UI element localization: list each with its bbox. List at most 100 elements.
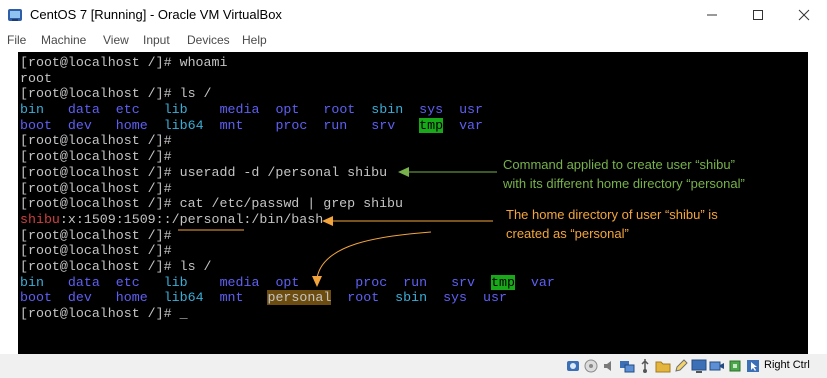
terminal-line: [root@localhost /]# useradd -d /personal… [20,165,555,181]
menu-bar: File Machine View Input Devices Help [0,30,827,52]
terminal-text: usr [482,290,507,306]
terminal-text: mnt [219,117,244,133]
menu-devices[interactable]: Devices [187,33,230,47]
terminal-text: sbin [371,102,404,118]
menu-help[interactable]: Help [242,33,267,47]
terminal-text: opt [275,102,300,118]
close-button[interactable] [781,0,827,30]
terminal-text: data [67,102,100,118]
terminal-line: [root@localhost /]# ls / [20,86,555,102]
maximize-icon [753,10,763,20]
display-icon[interactable] [691,358,707,374]
terminal-text: mnt [219,290,244,306]
maximize-button[interactable] [735,0,781,30]
terminal-text: proc [355,274,388,290]
terminal-text: lib [163,274,188,290]
usb-icon[interactable] [637,358,653,374]
minimize-button[interactable] [689,0,735,30]
terminal-text: [root@localhost /]# [20,306,180,321]
terminal-text: sys [443,290,468,306]
terminal-line: [root@localhost /]# [20,243,555,259]
virtualbox-icon [8,9,22,21]
vm-console[interactable]: [root@localhost /]# whoami root [root@loca… [18,52,808,354]
terminal-line: [root@localhost /]# cat /etc/passwd | gr… [20,196,555,212]
terminal-text: opt [275,274,300,290]
terminal-line: root [20,71,555,87]
terminal-line: [root@localhost /]# [20,181,555,197]
terminal-line: shibu:x:1509:1509::/personal:/bin/bash [20,212,555,228]
terminal-text: bin [20,274,44,290]
network-icon[interactable] [619,358,635,374]
host-key-label[interactable]: Right Ctrl [764,359,810,371]
menu-machine[interactable]: Machine [41,33,86,47]
terminal-text: [root@localhost /]# cat /etc/passwd | gr… [20,196,404,212]
terminal-line: [root@localhost /]# [20,133,555,149]
terminal-text: root [20,70,52,86]
mouse-integration-icon[interactable] [745,358,761,374]
window-title: CentOS 7 [Running] - Oracle VM VirtualBo… [30,7,282,22]
terminal-text: var [530,274,555,290]
terminal-text: [root@localhost /]# ls / [20,258,212,274]
terminal-text: sys [419,102,444,118]
terminal-text: root [323,102,356,118]
terminal-text: media [219,102,260,118]
menu-view[interactable]: View [103,33,129,47]
command-annotation-line-2: with its different home directory “perso… [503,176,745,191]
minimize-icon [707,14,717,16]
terminal-text: [root@localhost /]# [20,227,172,243]
terminal-line: [root@localhost /]# [20,149,555,165]
terminal-text: [root@localhost /]# [20,243,172,259]
menu-input[interactable]: Input [143,33,170,47]
home-annotation-line-1: The home directory of user “shibu” is [506,207,718,222]
terminal-text: tmp [419,117,444,133]
terminal-text: media [219,274,260,290]
video-capture-icon[interactable] [709,358,725,374]
hard-disk-icon[interactable] [565,358,581,374]
terminal-text: lib64 [163,117,204,133]
terminal-text: etc [115,274,140,290]
terminal-cursor: _ [179,306,188,321]
optical-drive-icon[interactable] [583,358,599,374]
menu-file[interactable]: File [7,33,26,47]
terminal-text: proc [275,117,308,133]
pencil-icon[interactable] [673,358,689,374]
status-bar: Right Ctrl [0,354,827,378]
cpu-icon[interactable] [727,358,743,374]
terminal-text: :x:1509:1509::/personal:/bin/bash [59,211,324,227]
shared-folders-icon[interactable] [655,358,671,374]
terminal-line: bin data etc lib media opt proc run srv … [20,274,555,291]
terminal-text: boot [20,117,52,133]
terminal-text: boot [20,290,52,306]
title-bar: CentOS 7 [Running] - Oracle VM VirtualBo… [0,0,827,30]
audio-icon[interactable] [601,358,617,374]
terminal-text: personal [267,290,332,306]
terminal-text: [root@localhost /]# [20,133,172,149]
